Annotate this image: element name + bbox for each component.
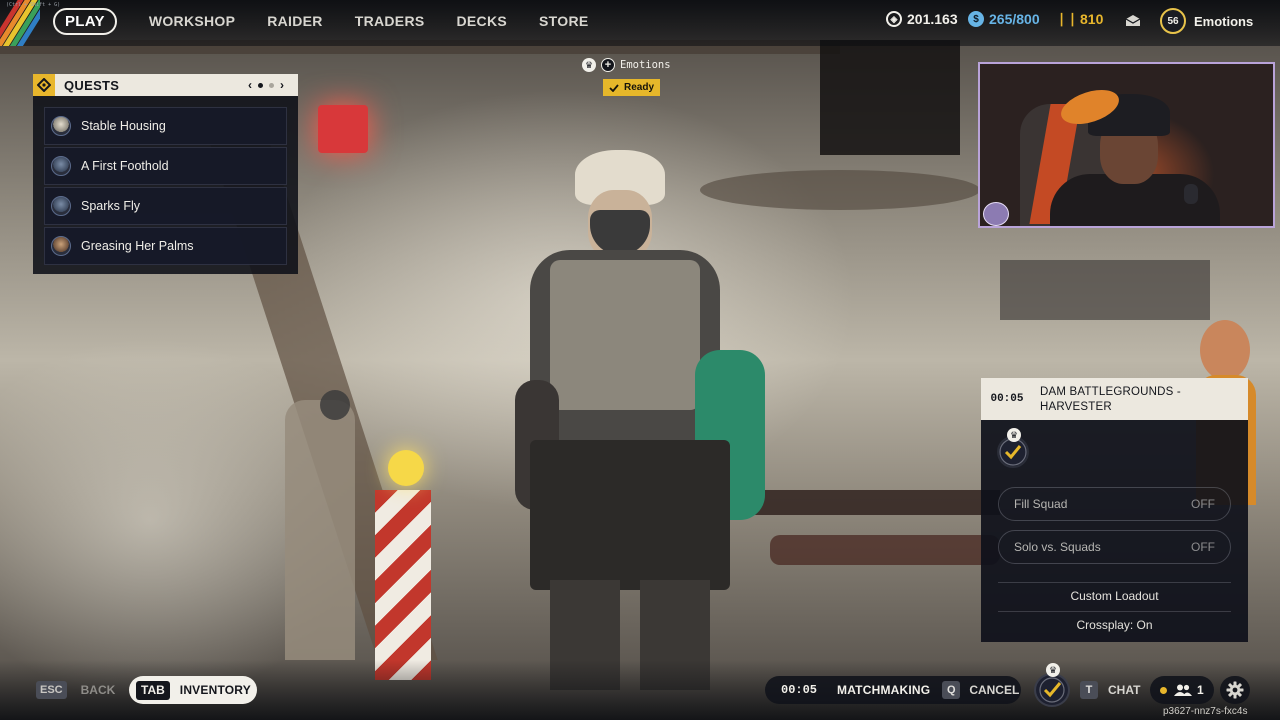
nav-store[interactable]: STORE bbox=[539, 8, 588, 35]
back-label: BACK bbox=[80, 683, 116, 697]
player-name[interactable]: Emotions bbox=[1194, 14, 1253, 29]
solo-vs-squads-label: Solo vs. Squads bbox=[1014, 540, 1101, 554]
check-icon bbox=[1039, 677, 1065, 703]
crown-icon: ♛ bbox=[582, 58, 596, 72]
cancel-button[interactable]: CANCEL bbox=[969, 683, 1019, 697]
quest-item[interactable]: Sparks Fly bbox=[44, 187, 287, 225]
chat-label: CHAT bbox=[1108, 683, 1141, 697]
check-icon bbox=[609, 83, 619, 92]
quest-label: Sparks Fly bbox=[81, 199, 141, 213]
streamer-avatar bbox=[983, 202, 1009, 226]
quest-giver-avatar bbox=[51, 196, 71, 216]
quest-label: Stable Housing bbox=[81, 119, 166, 133]
add-friend-icon[interactable]: + bbox=[601, 58, 615, 72]
page-dot[interactable] bbox=[269, 82, 274, 88]
nav-play[interactable]: PLAY bbox=[53, 8, 117, 35]
party-count: 1 bbox=[1197, 683, 1204, 697]
stash-currency[interactable]: $ 265/800 bbox=[968, 11, 1040, 27]
ready-check-button[interactable]: ♛ bbox=[1034, 663, 1070, 707]
map-name: DAM BATTLEGROUNDS - HARVESTER bbox=[1040, 386, 1181, 413]
ready-label: Ready bbox=[623, 82, 654, 93]
matchmaking-panel: 00:05 DAM BATTLEGROUNDS - HARVESTER ♛ Fi… bbox=[981, 378, 1248, 642]
party-button[interactable]: 1 bbox=[1150, 676, 1214, 704]
quests-pager: ‹ › bbox=[248, 78, 284, 92]
token-icon: ❘❘ bbox=[1056, 11, 1078, 26]
mail-icon[interactable] bbox=[1125, 14, 1141, 27]
coins-value: 201.163 bbox=[907, 11, 958, 27]
stash-value: 265/800 bbox=[989, 11, 1040, 27]
nav-raider[interactable]: RAIDER bbox=[267, 8, 322, 35]
chevron-right-icon[interactable]: › bbox=[280, 78, 284, 92]
chevron-left-icon[interactable]: ‹ bbox=[248, 78, 252, 92]
party-leader-emblem: ♛ bbox=[997, 428, 1029, 468]
matchmaking-timer: 00:05 bbox=[990, 393, 1024, 405]
quest-item[interactable]: Stable Housing bbox=[44, 107, 287, 145]
matchmaking-label: MATCHMAKING bbox=[837, 683, 931, 697]
solo-vs-squads-value: OFF bbox=[1191, 540, 1215, 554]
t-key: T bbox=[1080, 681, 1098, 699]
party-member-name: Emotions bbox=[620, 59, 671, 71]
quest-giver-avatar bbox=[51, 116, 71, 136]
nav-decks[interactable]: DECKS bbox=[457, 8, 508, 35]
settings-button[interactable] bbox=[1220, 676, 1250, 704]
fill-squad-label: Fill Squad bbox=[1014, 497, 1068, 511]
custom-loadout-button[interactable]: Custom Loadout bbox=[981, 589, 1248, 603]
q-key[interactable]: Q bbox=[942, 681, 961, 699]
esc-key: ESC bbox=[36, 681, 67, 699]
back-button[interactable]: ESC BACK bbox=[36, 681, 115, 699]
quest-item[interactable]: Greasing Her Palms bbox=[44, 227, 287, 265]
matchmaking-header: 00:05 DAM BATTLEGROUNDS - HARVESTER bbox=[981, 378, 1248, 420]
quest-giver-avatar bbox=[51, 156, 71, 176]
quests-panel: QUESTS ‹ › Stable Housing A First Footho… bbox=[33, 74, 298, 274]
people-icon bbox=[1174, 684, 1192, 696]
gear-icon bbox=[1226, 681, 1244, 699]
quest-diamond-icon bbox=[33, 74, 55, 96]
party-member-status: ♛ + Emotions bbox=[582, 58, 671, 72]
quest-label: Greasing Her Palms bbox=[81, 239, 194, 253]
quest-label: A First Foothold bbox=[81, 159, 169, 173]
tokens-value: 810 bbox=[1080, 11, 1104, 27]
crossplay-setting[interactable]: Crossplay: On bbox=[981, 618, 1248, 632]
tokens-currency[interactable]: ❘❘ 810 bbox=[1056, 11, 1104, 27]
coins-currency[interactable]: ◈ 201.163 bbox=[886, 11, 958, 27]
inventory-button[interactable]: TAB INVENTORY bbox=[129, 676, 257, 704]
streamer-webcam bbox=[978, 62, 1275, 228]
divider bbox=[998, 611, 1231, 612]
chat-button[interactable]: T CHAT bbox=[1080, 681, 1140, 699]
quests-header: QUESTS ‹ › bbox=[33, 74, 298, 96]
webcam-mic bbox=[1184, 184, 1198, 204]
matchmaking-bar-timer: 00:05 bbox=[781, 683, 818, 697]
main-nav: PLAY WORKSHOP RAIDER TRADERS DECKS STORE bbox=[53, 8, 621, 35]
tab-key: TAB bbox=[136, 680, 170, 700]
status-dot-icon bbox=[1158, 684, 1169, 696]
raider-character bbox=[490, 150, 780, 690]
ready-badge: Ready bbox=[603, 79, 660, 96]
crown-icon: ♛ bbox=[1007, 428, 1021, 442]
fill-squad-toggle[interactable]: Fill Squad OFF bbox=[998, 487, 1231, 521]
coin-icon: ◈ bbox=[886, 11, 902, 27]
player-level-badge[interactable]: 56 bbox=[1160, 8, 1186, 34]
fill-squad-value: OFF bbox=[1191, 497, 1215, 511]
divider bbox=[998, 582, 1231, 583]
stash-icon: $ bbox=[968, 11, 984, 27]
nav-traders[interactable]: TRADERS bbox=[355, 8, 425, 35]
session-id: p3627-nnz7s-fxc4s bbox=[1163, 706, 1248, 717]
quest-giver-avatar bbox=[51, 236, 71, 256]
inventory-label: INVENTORY bbox=[179, 683, 251, 697]
nav-workshop[interactable]: WORKSHOP bbox=[149, 8, 235, 35]
page-dot-active[interactable] bbox=[258, 82, 263, 88]
solo-vs-squads-toggle[interactable]: Solo vs. Squads OFF bbox=[998, 530, 1231, 564]
quest-item[interactable]: A First Foothold bbox=[44, 147, 287, 185]
crown-icon: ♛ bbox=[1046, 663, 1060, 677]
matchmaking-bar: 00:05 MATCHMAKING Q CANCEL bbox=[765, 676, 1021, 704]
quests-title: QUESTS bbox=[64, 77, 120, 93]
